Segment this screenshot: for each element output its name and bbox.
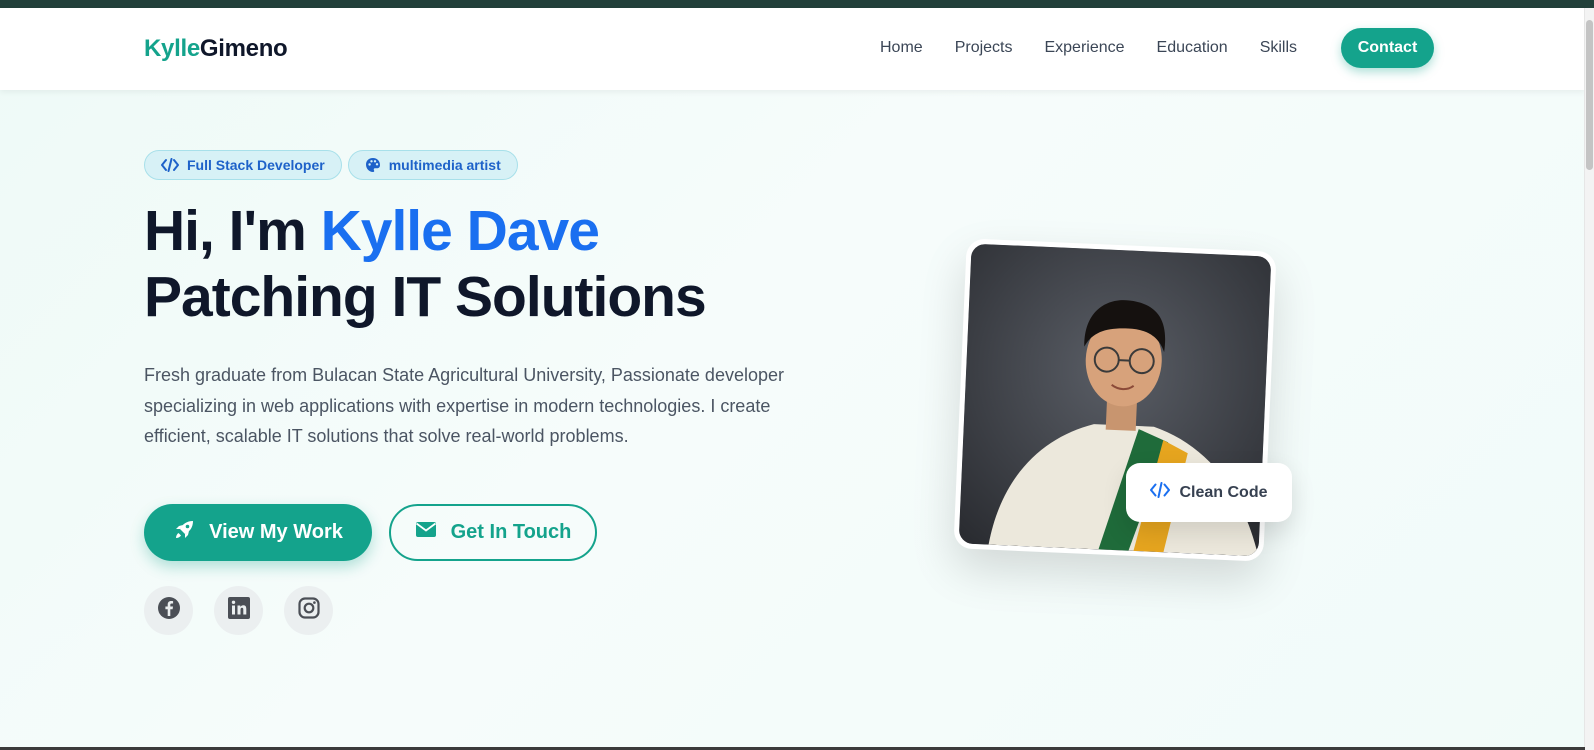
code-icon [1150, 482, 1171, 503]
social-links [144, 586, 333, 635]
vertical-scrollbar[interactable] [1584, 8, 1594, 750]
contact-button[interactable]: Contact [1341, 28, 1434, 68]
hero-greeting: Hi, I'm [144, 199, 321, 263]
envelope-icon [415, 521, 437, 544]
instagram-icon [297, 597, 320, 624]
hero-title-line2: Patching IT Solutions [144, 265, 707, 329]
clean-code-card: Clean Code [1126, 463, 1292, 522]
nav-projects[interactable]: Projects [955, 39, 1013, 57]
linkedin-link[interactable] [214, 586, 263, 635]
hero-heading: Hi, I'm Kylle Dave Patching IT Solutions [144, 198, 707, 330]
view-my-work-label: View My Work [209, 521, 343, 543]
scrollbar-thumb[interactable] [1586, 20, 1593, 170]
page: KylleGimeno Home Projects Experience Edu… [0, 8, 1585, 750]
brand-first: Kylle [144, 35, 200, 62]
facebook-icon [157, 596, 181, 625]
code-icon [161, 158, 179, 172]
badge-label: Full Stack Developer [187, 157, 325, 173]
nav-skills[interactable]: Skills [1260, 39, 1297, 57]
linkedin-icon [227, 597, 250, 624]
get-in-touch-label: Get In Touch [450, 521, 572, 543]
badge-multimedia: multimedia artist [347, 150, 518, 180]
badge-label: multimedia artist [388, 157, 501, 173]
navbar: KylleGimeno Home Projects Experience Edu… [0, 8, 1585, 90]
nav-education[interactable]: Education [1157, 39, 1228, 57]
badge-full-stack: Full Stack Developer [144, 150, 342, 180]
get-in-touch-button[interactable]: Get In Touch [389, 504, 597, 561]
brand-logo[interactable]: KylleGimeno [144, 35, 288, 63]
clean-code-label: Clean Code [1179, 483, 1268, 501]
brand-last: Gimeno [199, 35, 288, 62]
nav-links: Home Projects Experience Education Skill… [880, 39, 1329, 57]
hero-description: Fresh graduate from Bulacan State Agricu… [144, 365, 784, 446]
role-badges: Full Stack Developer multimedia artist [144, 150, 518, 180]
browser-top-strip [0, 0, 1594, 8]
rocket-icon [173, 519, 195, 547]
nav-experience[interactable]: Experience [1044, 39, 1124, 57]
hero-name: Kylle Dave [320, 199, 600, 263]
facebook-link[interactable] [144, 586, 193, 635]
view-my-work-button[interactable]: View My Work [144, 504, 372, 561]
instagram-link[interactable] [284, 586, 333, 635]
palette-icon [365, 157, 381, 173]
nav-home[interactable]: Home [880, 39, 923, 57]
